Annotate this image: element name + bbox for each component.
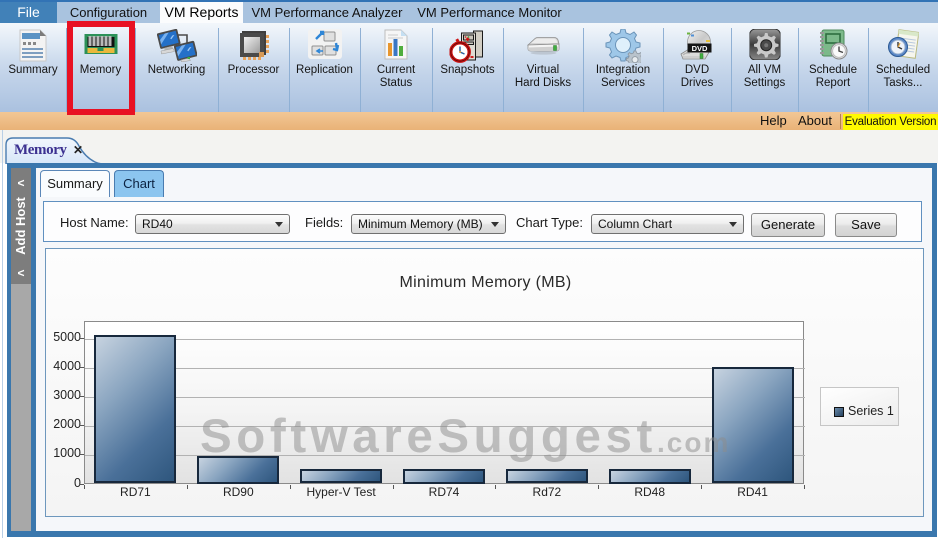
- svg-text:DVD: DVD: [692, 44, 708, 53]
